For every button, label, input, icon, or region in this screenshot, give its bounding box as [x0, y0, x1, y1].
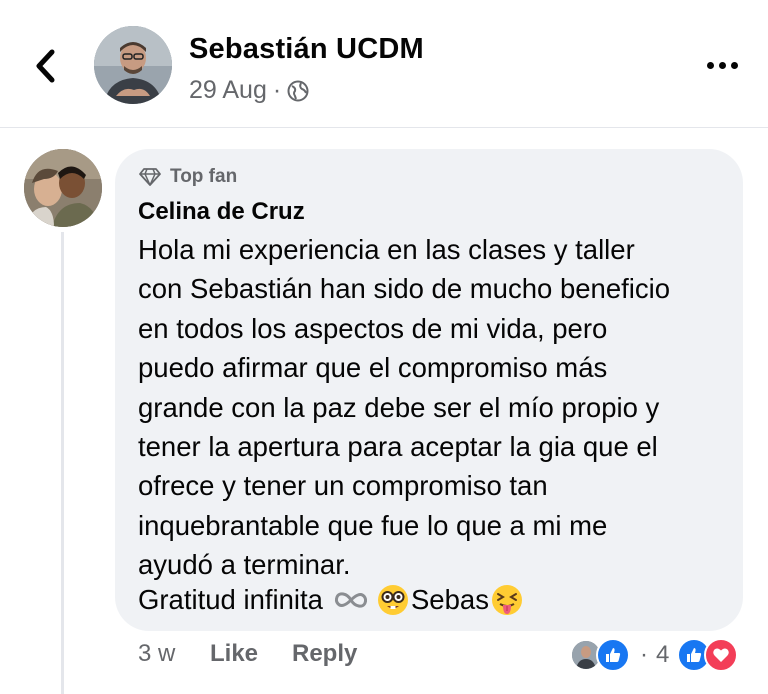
- thread-line: [61, 232, 64, 694]
- top-fan-badge[interactable]: Top fan: [138, 166, 237, 188]
- comment-closing-line: Gratitud infinita Sebas: [138, 584, 525, 616]
- tongue-squint-emoji: [491, 585, 522, 615]
- reaction-count: 4: [656, 641, 670, 668]
- author-avatar[interactable]: [94, 26, 172, 104]
- comment-actions: 3 w Like Reply: [138, 640, 357, 668]
- closing-name: Sebas: [410, 584, 489, 615]
- back-button[interactable]: [26, 40, 66, 92]
- reaction-separator: ·: [640, 641, 648, 668]
- author-name[interactable]: Sebastián UCDM: [189, 33, 424, 66]
- post-date[interactable]: 29 Aug: [189, 76, 267, 105]
- badge-label: Top fan: [170, 166, 238, 187]
- meta-separator: ·: [272, 76, 282, 104]
- more-options-button[interactable]: [700, 50, 744, 80]
- comment-time[interactable]: 3 w: [138, 640, 210, 668]
- diamond-icon: [139, 168, 161, 186]
- commenter-avatar[interactable]: [24, 149, 102, 227]
- like-button[interactable]: Like: [210, 640, 292, 668]
- love-icon: [704, 638, 739, 672]
- post-meta: 29 Aug ·: [189, 76, 309, 105]
- more-dots-icon: [706, 61, 714, 69]
- reply-button[interactable]: Reply: [292, 640, 357, 668]
- comment-body: Hola mi experiencia en las clases y tall…: [138, 234, 671, 581]
- infinity-icon: [334, 592, 367, 608]
- chevron-left-icon: [36, 49, 55, 83]
- closing-text: Gratitud infinita: [138, 584, 323, 615]
- nerd-face-emoji: [377, 585, 408, 615]
- globe-icon: [287, 80, 309, 101]
- comment-bubble: Top fan Celina de Cruz Hola mi experienc…: [115, 149, 743, 631]
- post-header: Sebastián UCDM 29 Aug ·: [0, 0, 768, 128]
- reactions-summary[interactable]: · 4: [570, 638, 739, 672]
- like-icon: [596, 638, 630, 672]
- commenter-name[interactable]: Celina de Cruz: [138, 198, 305, 226]
